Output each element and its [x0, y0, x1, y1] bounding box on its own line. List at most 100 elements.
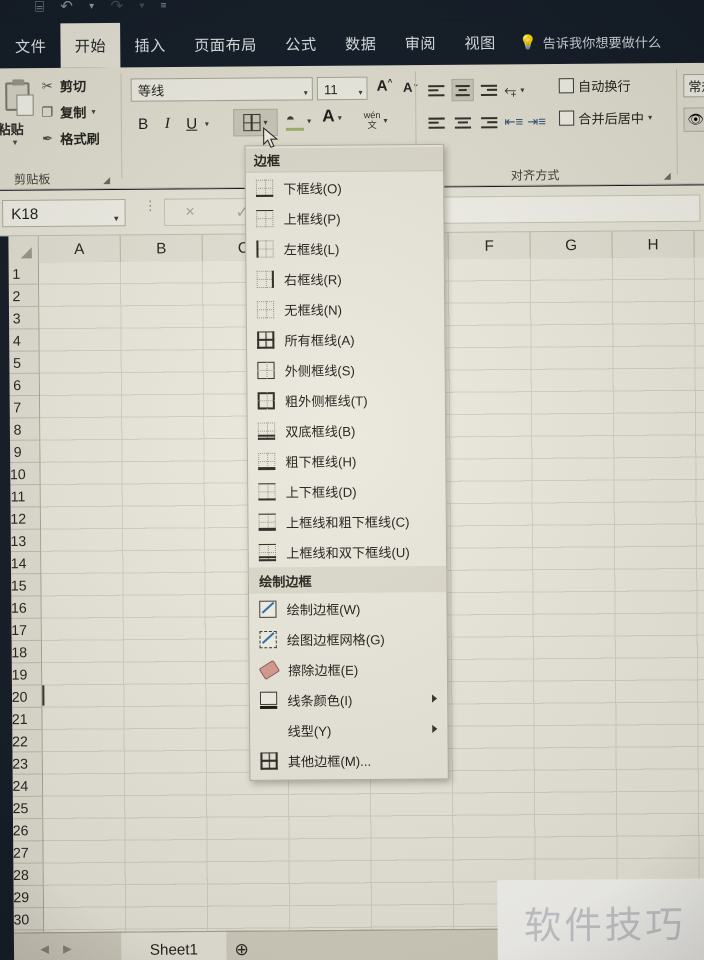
- column-header-B[interactable]: B: [120, 234, 203, 262]
- sheet-tab-sheet1[interactable]: Sheet1: [121, 931, 227, 960]
- next-sheet-icon[interactable]: ▶: [63, 942, 72, 955]
- italic-button[interactable]: I: [156, 112, 178, 136]
- copy-caret-icon[interactable]: ▾: [91, 107, 95, 116]
- align-right-button[interactable]: [478, 111, 500, 133]
- font-name-combobox[interactable]: 等线 ▾: [130, 77, 313, 102]
- border-menu-item-Y[interactable]: 线型(Y): [250, 714, 448, 746]
- border-menu-item-O[interactable]: 下框线(O): [246, 171, 444, 203]
- orientation-caret-icon[interactable]: ▾: [520, 85, 524, 94]
- column-header-H[interactable]: H: [612, 230, 695, 258]
- font-color-caret-icon[interactable]: ▾: [338, 113, 342, 122]
- customize-qat-icon[interactable]: ≡: [161, 0, 167, 11]
- border-menu-item-label: 线条颜色(I): [287, 692, 353, 709]
- fill-color-button[interactable]: ▾: [285, 110, 311, 131]
- font-size-combobox[interactable]: 11 ▾: [316, 76, 368, 102]
- column-header-A[interactable]: A: [38, 235, 121, 263]
- accounting-format-button[interactable]: 👁: [683, 107, 704, 132]
- font-name-caret-icon[interactable]: ▾: [304, 83, 308, 102]
- merge-center-caret-icon[interactable]: ▾: [648, 113, 652, 122]
- ribbon-tab-3[interactable]: 页面布局: [180, 22, 271, 67]
- cut-button[interactable]: ✂ 剪切: [40, 76, 87, 96]
- add-sheet-button[interactable]: ⊕: [228, 937, 255, 960]
- font-size-caret-icon[interactable]: ▾: [358, 83, 362, 102]
- cancel-icon[interactable]: ×: [185, 203, 195, 221]
- tell-me-box[interactable]: 💡 告诉我你想要做什么: [519, 19, 661, 65]
- border-top-bottom-icon: [258, 482, 276, 501]
- number-format-combobox[interactable]: 常规: [683, 73, 704, 98]
- align-bottom-button[interactable]: [478, 79, 500, 101]
- redo-icon[interactable]: ↷: [110, 0, 123, 15]
- format-painter-label: 格式刷: [60, 131, 100, 147]
- border-menu-item-U[interactable]: 上框线和双下框线(U): [249, 536, 447, 568]
- align-top-button[interactable]: [425, 79, 447, 101]
- align-middle-button[interactable]: [451, 78, 474, 102]
- sheet-tab-label: Sheet1: [149, 940, 199, 959]
- prev-sheet-icon[interactable]: ◀: [40, 942, 49, 955]
- merge-center-icon: [558, 110, 575, 126]
- fill-color-caret-icon[interactable]: ▾: [307, 116, 311, 125]
- border-menu-item-M[interactable]: 其他边框(M)...: [250, 744, 448, 776]
- paste-button[interactable]: [1, 74, 36, 117]
- border-menu-item-C[interactable]: 上框线和粗下框线(C): [248, 505, 446, 537]
- border-menu-item-G[interactable]: 绘图边框网格(G): [249, 623, 447, 655]
- border-menu-item-label: 线型(Y): [287, 723, 332, 739]
- phonetic-caret-icon[interactable]: ▾: [383, 115, 387, 124]
- border-menu-item-S[interactable]: 外侧框线(S): [247, 353, 445, 385]
- border-menu-item-H[interactable]: 粗下框线(H): [248, 444, 446, 476]
- border-menu-item-P[interactable]: 上框线(P): [246, 202, 444, 234]
- border-menu-item-T[interactable]: 粗外侧框线(T): [247, 384, 445, 416]
- ribbon-tab-0[interactable]: 文件: [1, 23, 61, 68]
- name-box[interactable]: K18 ▾: [2, 198, 126, 229]
- column-header-F[interactable]: F: [448, 232, 531, 260]
- copy-button[interactable]: ❐ 复制 ▾: [40, 102, 96, 122]
- redo-caret-icon[interactable]: ▾: [139, 0, 144, 11]
- border-menu-item-A[interactable]: 所有框线(A): [247, 323, 445, 355]
- alignment-dialog-launcher[interactable]: ◢: [664, 170, 671, 181]
- watermark-label: 软件技巧: [523, 903, 686, 948]
- paste-caret-icon[interactable]: ▾: [13, 137, 18, 148]
- merge-center-button[interactable]: 合并后居中 ▾: [558, 108, 652, 128]
- border-menu-item-E[interactable]: 擦除边框(E): [250, 653, 448, 685]
- ribbon-tab-4[interactable]: 公式: [271, 21, 331, 66]
- border-menu-item-L[interactable]: 左框线(L): [246, 232, 444, 264]
- font-color-button[interactable]: A ▾: [322, 106, 342, 126]
- column-header-G[interactable]: G: [530, 231, 613, 259]
- border-menu-item-W[interactable]: 绘制边框(W): [249, 592, 447, 624]
- formula-bar-grip[interactable]: ⋮: [144, 198, 157, 213]
- orientation-icon[interactable]: ⥆: [504, 81, 516, 98]
- border-menu-item-I[interactable]: 线条颜色(I): [250, 683, 448, 715]
- bold-button[interactable]: B: [132, 112, 154, 136]
- border-bottom-icon: [255, 179, 274, 197]
- border-menu-item-D[interactable]: 上下框线(D): [248, 475, 446, 507]
- underline-caret-icon[interactable]: ▾: [205, 119, 209, 128]
- decrease-indent-icon[interactable]: ⇤≡: [504, 114, 523, 130]
- undo-icon[interactable]: ↶: [60, 0, 73, 15]
- underline-button[interactable]: U: [180, 111, 202, 135]
- ribbon-tab-6[interactable]: 审阅: [390, 20, 450, 65]
- align-left-button[interactable]: [425, 111, 447, 133]
- wrap-text-button[interactable]: 自动换行: [558, 76, 631, 96]
- undo-caret-icon[interactable]: ▾: [89, 0, 94, 11]
- draw-border-grid-icon: [259, 630, 277, 648]
- ribbon-tab-7[interactable]: 视图: [450, 20, 510, 65]
- cut-label: 剪切: [59, 78, 87, 95]
- align-center-button[interactable]: [452, 111, 474, 133]
- format-painter-button[interactable]: ✒ 格式刷: [40, 128, 100, 148]
- ribbon-tab-2[interactable]: 插入: [120, 22, 180, 67]
- clipboard-dialog-launcher[interactable]: ◢: [103, 175, 110, 186]
- border-menu-item-label: 粗下框线(H): [285, 453, 357, 470]
- ribbon-tab-5[interactable]: 数据: [331, 21, 391, 66]
- borders-caret-icon[interactable]: ▾: [263, 118, 267, 127]
- column-header-I[interactable]: I: [694, 230, 704, 258]
- border-menu-item-B[interactable]: 双底框线(B): [248, 414, 446, 446]
- name-box-caret-icon[interactable]: ▾: [114, 208, 119, 229]
- ribbon-tab-label: 公式: [285, 36, 317, 54]
- grow-font-button[interactable]: A^: [377, 77, 393, 94]
- save-icon[interactable]: ⌸: [35, 0, 44, 16]
- border-menu-item-R[interactable]: 右框线(R): [246, 262, 444, 294]
- ribbon-tab-1[interactable]: 开始: [60, 22, 121, 68]
- phonetic-guide-button[interactable]: wén 文 ▾: [364, 110, 388, 130]
- increase-indent-icon[interactable]: ⇥≡: [527, 114, 546, 130]
- border-menu-item-N[interactable]: 无框线(N): [247, 293, 445, 325]
- underline-label: U: [186, 114, 198, 133]
